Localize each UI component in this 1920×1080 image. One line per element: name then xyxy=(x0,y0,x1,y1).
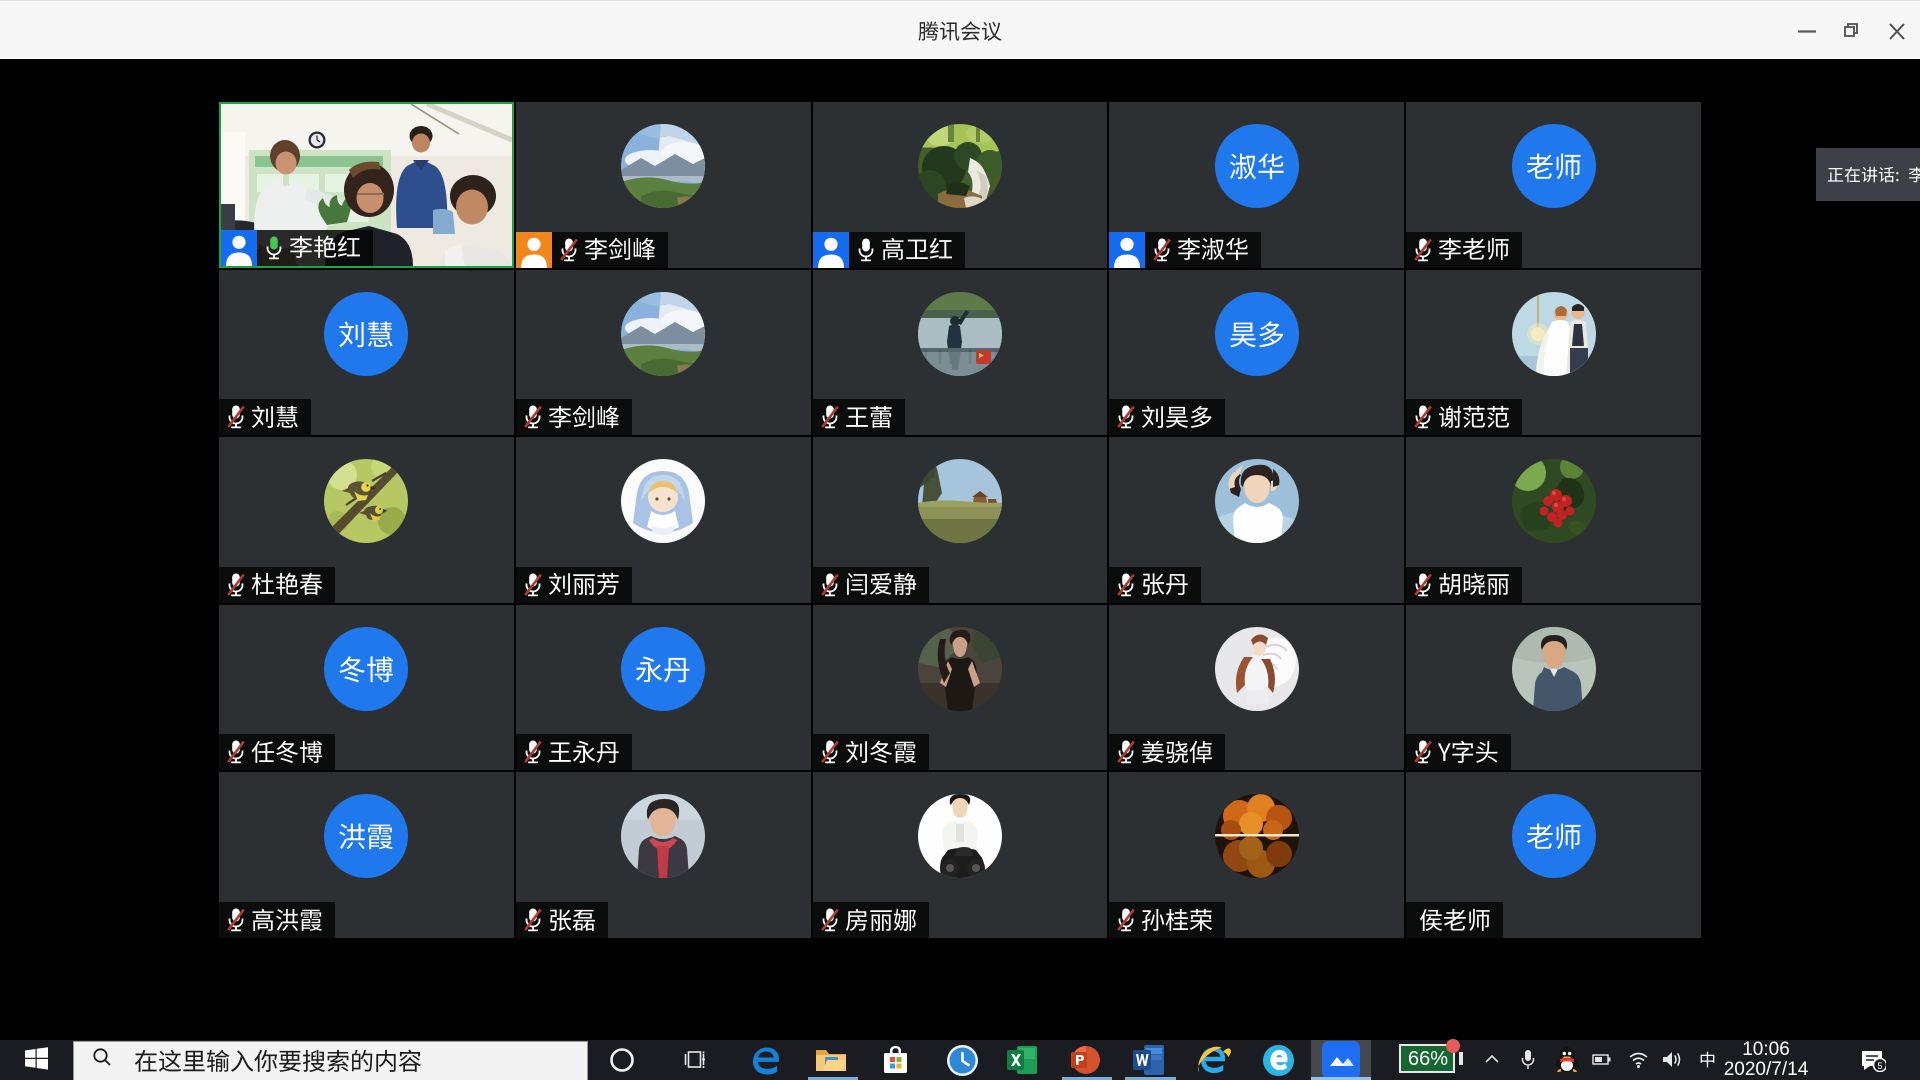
svg-text:5: 5 xyxy=(1877,1061,1882,1071)
